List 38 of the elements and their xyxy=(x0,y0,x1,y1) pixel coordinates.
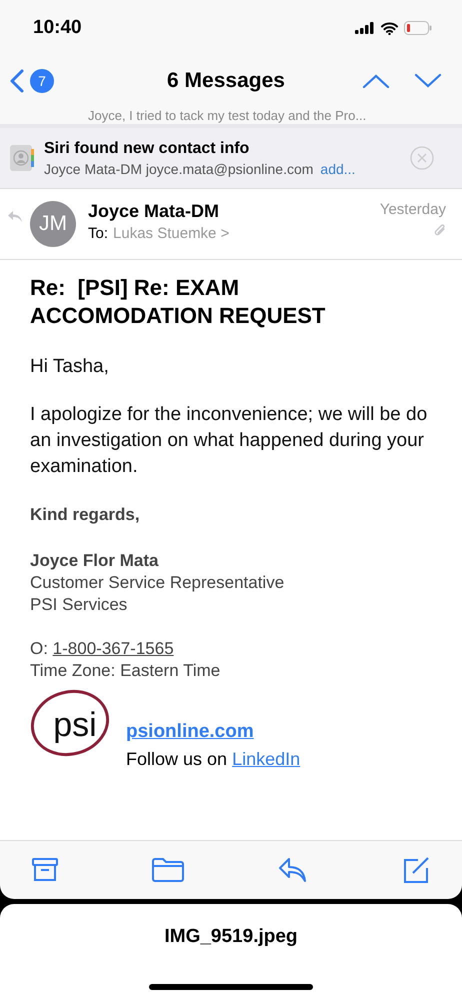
compose-icon[interactable] xyxy=(402,856,430,884)
signature-line: Customer Service Representative xyxy=(30,572,286,594)
folder-icon[interactable] xyxy=(152,858,184,882)
wifi-icon xyxy=(381,22,398,34)
body-paragraph: I apologize for the inconvenience; we will be do an investigation on what happened during your examination. xyxy=(30,403,428,479)
phone-link[interactable]: 1-800-367-1565 xyxy=(52,638,174,660)
recipient-name[interactable]: Lukas Stuemke > xyxy=(113,225,230,242)
chevron-up-icon[interactable] xyxy=(362,73,390,89)
sender-name: Joyce Mata-DM xyxy=(88,201,220,222)
contacts-icon xyxy=(10,145,34,171)
status-time: 10:40 xyxy=(33,17,82,39)
phone-label: O: xyxy=(30,638,49,660)
message-date: Yesterday xyxy=(380,201,446,218)
signature-name: Joyce Flor Mata xyxy=(30,550,160,572)
chevron-down-icon[interactable] xyxy=(414,73,442,89)
follow-text: Follow us on xyxy=(126,749,228,770)
previous-message-card[interactable]: Joyce, I tried to tack my test today and the Pro... xyxy=(0,106,462,128)
to-label: To: xyxy=(88,225,108,242)
reply-icon[interactable] xyxy=(278,857,308,883)
add-contact-link[interactable]: add... xyxy=(320,160,356,176)
signal-icon xyxy=(355,22,375,34)
contact-info: Joyce Mata-DM joyce.mata@psionline.com xyxy=(44,160,314,176)
time-zone-text: Time Zone: Eastern Time xyxy=(30,660,222,682)
signature-line: PSI Services xyxy=(30,594,128,616)
nav-title: 6 Messages xyxy=(167,69,285,93)
website-link[interactable]: psionline.com xyxy=(126,721,300,743)
message-snippet: Joyce, I tried to tack my test today and the Pro... xyxy=(88,108,366,124)
email-subject: Re: [PSI] Re: EXAM ACCOMODATION REQUEST xyxy=(30,274,326,330)
body-paragraph: Hi Tasha, xyxy=(30,355,110,379)
unread-count-badge[interactable]: 7 xyxy=(30,69,54,93)
archive-icon[interactable] xyxy=(32,858,58,882)
battery-icon xyxy=(404,21,432,35)
attachment-filename: IMG_9519.jpeg xyxy=(164,926,298,948)
body-paragraph: Kind regards, xyxy=(30,504,141,526)
linkedin-link[interactable]: LinkedIn xyxy=(232,749,300,770)
sender-avatar: JM xyxy=(30,201,76,247)
siri-banner-title: Siri found new contact info xyxy=(44,140,250,158)
back-icon[interactable] xyxy=(10,69,24,93)
